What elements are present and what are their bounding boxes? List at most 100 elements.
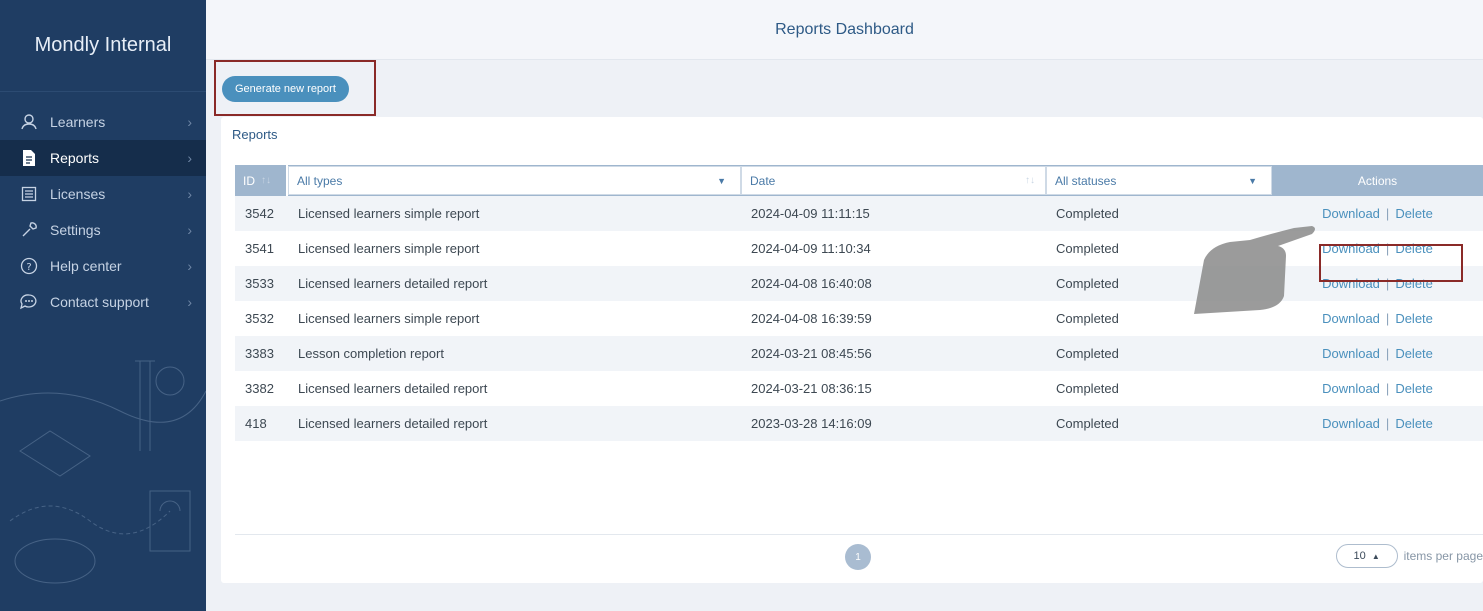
action-separator: |	[1385, 311, 1390, 326]
caret-up-icon: ▲	[1371, 551, 1380, 561]
row-actions: Download | Delete	[1272, 406, 1483, 441]
sidebar-item-label: Licenses	[50, 186, 106, 202]
sort-icon: ↑↓	[261, 175, 271, 186]
table-row: 3383 Lesson completion report 2024-03-21…	[235, 336, 1483, 371]
column-id-label: ID	[243, 173, 255, 188]
column-header-id[interactable]: ID ↑↓	[235, 165, 288, 196]
caret-down-icon: ▼	[1248, 175, 1257, 186]
sidebar: Mondly Internal Learners › Reports › Lic…	[0, 0, 206, 611]
generate-report-button[interactable]: Generate new report	[222, 76, 349, 102]
row-type: Licensed learners detailed report	[298, 276, 488, 291]
row-type: Lesson completion report	[298, 346, 444, 361]
column-header-date[interactable]: Date ↑↓	[741, 166, 1046, 195]
sidebar-item-label: Contact support	[50, 294, 149, 310]
row-date: 2024-04-09 11:10:34	[751, 241, 871, 256]
table-row: 3382 Licensed learners detailed report 2…	[235, 371, 1483, 406]
row-status: Completed	[1056, 381, 1119, 396]
row-id: 3533	[245, 276, 274, 291]
row-date: 2024-04-08 16:39:59	[751, 311, 872, 326]
delete-link[interactable]: Delete	[1395, 416, 1433, 431]
action-separator: |	[1385, 416, 1390, 431]
per-page-select[interactable]: 10 ▲	[1335, 544, 1398, 568]
chevron-right-icon: ›	[187, 222, 192, 238]
sidebar-item-contact-support[interactable]: Contact support ›	[0, 284, 206, 320]
column-actions-label: Actions	[1357, 173, 1398, 188]
sidebar-item-learners[interactable]: Learners ›	[0, 104, 206, 140]
status-filter-select[interactable]: All statuses ▼	[1046, 166, 1272, 195]
row-actions: Download | Delete	[1272, 336, 1483, 371]
row-type: Licensed learners simple report	[298, 241, 480, 256]
chevron-right-icon: ›	[187, 114, 192, 130]
user-icon	[18, 113, 40, 131]
download-link[interactable]: Download	[1322, 416, 1380, 431]
caret-down-icon: ▼	[717, 175, 726, 186]
sidebar-item-label: Settings	[50, 222, 101, 238]
row-id: 3542	[245, 206, 274, 221]
delete-link[interactable]: Delete	[1395, 206, 1433, 221]
download-link[interactable]: Download	[1322, 346, 1380, 361]
row-id: 3541	[245, 241, 274, 256]
row-status: Completed	[1056, 416, 1119, 431]
svg-text:?: ?	[26, 262, 31, 273]
sidebar-item-licenses[interactable]: Licenses ›	[0, 176, 206, 212]
row-id: 3532	[245, 311, 274, 326]
per-page-value: 10	[1353, 550, 1366, 562]
pagination-bar: 1 10 ▲ items per page	[235, 534, 1483, 583]
download-link[interactable]: Download	[1322, 311, 1380, 326]
topbar: Reports Dashboard	[206, 0, 1483, 60]
row-date: 2024-04-09 11:11:15	[751, 206, 870, 221]
action-separator: |	[1385, 206, 1390, 221]
delete-link[interactable]: Delete	[1395, 381, 1433, 396]
table-header: ID ↑↓ All types ▼ Date ↑↓ All statuses ▼…	[235, 165, 1483, 196]
sort-icon: ↑↓	[1025, 175, 1035, 186]
type-filter-value: All types	[297, 173, 343, 188]
row-date: 2024-03-21 08:36:15	[751, 381, 872, 396]
column-header-actions: Actions	[1272, 165, 1483, 196]
wrench-icon	[18, 221, 40, 239]
help-icon: ?	[18, 257, 40, 275]
table-row: 418 Licensed learners detailed report 20…	[235, 406, 1483, 441]
sidebar-item-reports[interactable]: Reports ›	[0, 140, 206, 176]
license-icon	[18, 185, 40, 203]
status-filter-value: All statuses	[1055, 173, 1117, 188]
sidebar-item-label: Help center	[50, 258, 122, 274]
pointing-hand-icon	[1194, 226, 1315, 314]
page-button[interactable]: 1	[845, 544, 871, 570]
row-date: 2024-03-21 08:45:56	[751, 346, 872, 361]
sidebar-item-label: Reports	[50, 150, 100, 166]
chat-icon	[18, 293, 40, 311]
items-per-page: 10 ▲ items per page	[1335, 544, 1483, 568]
delete-link[interactable]: Delete	[1395, 346, 1433, 361]
delete-link[interactable]: Delete	[1395, 311, 1433, 326]
generate-button-highlight: Generate new report	[214, 60, 376, 116]
type-filter-select[interactable]: All types ▼	[288, 166, 741, 195]
brand-title: Mondly Internal	[0, 0, 206, 92]
page-title: Reports Dashboard	[775, 20, 914, 38]
sidebar-item-settings[interactable]: Settings ›	[0, 212, 206, 248]
row-id: 3383	[245, 346, 274, 361]
column-date-label: Date	[750, 173, 776, 188]
row-id: 3382	[245, 381, 274, 396]
sidebar-item-label: Learners	[50, 114, 106, 130]
row-status: Completed	[1056, 346, 1119, 361]
per-page-label: items per page	[1403, 549, 1483, 563]
chevron-right-icon: ›	[187, 186, 192, 202]
sidebar-item-help-center[interactable]: ? Help center ›	[0, 248, 206, 284]
chevron-right-icon: ›	[187, 294, 192, 310]
reports-card: Reports ID ↑↓ All types ▼ Date ↑↓ All st…	[221, 117, 1483, 583]
chevron-right-icon: ›	[187, 258, 192, 274]
actions-highlight	[1319, 244, 1463, 282]
row-id: 418	[245, 416, 267, 431]
row-type: Licensed learners simple report	[298, 206, 480, 221]
row-date: 2024-04-08 16:40:08	[751, 276, 872, 291]
action-separator: |	[1385, 381, 1390, 396]
card-title: Reports	[232, 127, 278, 142]
sidebar-nav: Learners › Reports › Licenses › Settings…	[0, 104, 206, 320]
row-actions: Download | Delete	[1272, 371, 1483, 406]
row-date: 2023-03-28 14:16:09	[751, 416, 872, 431]
chevron-right-icon: ›	[187, 150, 192, 166]
document-icon	[18, 149, 40, 167]
row-type: Licensed learners simple report	[298, 311, 480, 326]
download-link[interactable]: Download	[1322, 381, 1380, 396]
download-link[interactable]: Download	[1322, 206, 1380, 221]
